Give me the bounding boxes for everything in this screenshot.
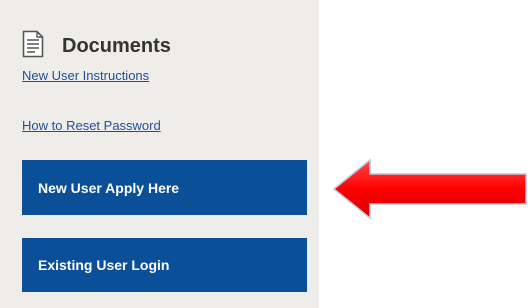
new-user-apply-button[interactable]: New User Apply Here (22, 160, 307, 215)
red-arrow-left-icon (332, 158, 527, 220)
existing-user-login-button[interactable]: Existing User Login (22, 238, 307, 292)
documents-sidebar: Documents New User Instructions How to R… (0, 0, 319, 308)
document-icon (22, 30, 44, 58)
reset-password-link[interactable]: How to Reset Password (22, 118, 161, 133)
documents-header: Documents (22, 30, 171, 58)
page: Documents New User Instructions How to R… (0, 0, 528, 308)
new-user-instructions-link[interactable]: New User Instructions (22, 68, 149, 83)
documents-title: Documents (62, 34, 171, 57)
